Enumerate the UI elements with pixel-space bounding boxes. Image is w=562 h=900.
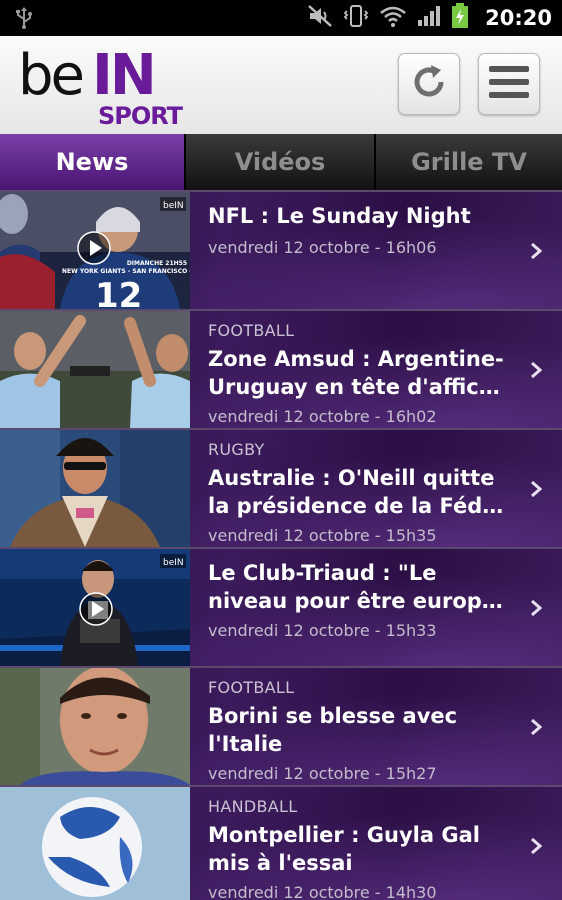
menu-icon [489, 64, 529, 104]
news-thumbnail [0, 430, 190, 547]
chevron-right-icon [530, 837, 543, 859]
battery-charging-icon [451, 3, 469, 33]
news-item[interactable]: FOOTBALL Borini se blesse avec l'Italie … [0, 666, 562, 785]
app-header: be IN SPORT [0, 36, 562, 134]
news-title: Australie : O'Neill quitte la présidence… [208, 466, 508, 518]
news-category: FOOTBALL [208, 678, 295, 697]
tab-grille-tv[interactable]: Grille TV [376, 134, 562, 190]
news-category: FOOTBALL [208, 321, 295, 340]
news-title: Zone Amsud : Argentine- Uruguay en tête … [208, 347, 508, 399]
news-date: vendredi 12 octobre - 16h06 [208, 238, 437, 257]
news-item[interactable]: 12 beIN DIMANCHE 21H55 NEW YORK GIANTS -… [0, 190, 562, 309]
wifi-icon [379, 4, 407, 32]
status-time: 20:20 [485, 6, 552, 30]
news-title: Borini se blesse avec l'Italie [208, 704, 458, 756]
svg-text:beIN: beIN [163, 201, 184, 211]
status-icons: 20:20 [307, 0, 552, 36]
bein-sport-logo: be IN SPORT [18, 43, 188, 130]
svg-text:be: be [18, 44, 83, 108]
vibrate-icon [343, 4, 369, 32]
news-category: HANDBALL [208, 797, 298, 816]
news-thumbnail [0, 787, 190, 900]
news-item[interactable]: HANDBALL Montpellier : Guyla Gal mis à l… [0, 785, 562, 900]
svg-text:beIN: beIN [163, 558, 184, 568]
chevron-right-icon [530, 599, 543, 621]
news-thumbnail [0, 311, 190, 428]
chevron-right-icon [530, 361, 543, 383]
news-item[interactable]: RUGBY Australie : O'Neill quitte la prés… [0, 428, 562, 547]
chevron-right-icon [530, 480, 543, 502]
news-thumbnail: 12 beIN DIMANCHE 21H55 NEW YORK GIANTS -… [0, 192, 190, 309]
news-title: NFL : Le Sunday Night [208, 204, 471, 228]
news-date: vendredi 12 octobre - 15h27 [208, 764, 437, 783]
news-date: vendredi 12 octobre - 15h35 [208, 526, 437, 545]
news-thumbnail [0, 668, 190, 785]
chevron-right-icon [530, 718, 543, 740]
news-category: RUGBY [208, 440, 265, 459]
chevron-right-icon [530, 242, 543, 264]
mute-icon [307, 4, 333, 32]
news-title: Le Club-Triaud : "Le niveau pour être eu… [208, 561, 508, 613]
news-date: vendredi 12 octobre - 16h02 [208, 407, 437, 426]
news-thumbnail: beIN [0, 549, 190, 666]
news-date: vendredi 12 octobre - 15h33 [208, 621, 437, 640]
news-list: 12 beIN DIMANCHE 21H55 NEW YORK GIANTS -… [0, 190, 562, 900]
tab-bar: News Vidéos Grille TV [0, 134, 562, 190]
usb-icon [14, 6, 34, 34]
news-item[interactable]: beIN Le Club-Triaud : "Le niveau pour êt… [0, 547, 562, 666]
tab-news[interactable]: News [0, 134, 186, 190]
signal-icon [417, 4, 441, 32]
refresh-icon [409, 62, 449, 106]
svg-text:12: 12 [95, 276, 142, 309]
play-icon [76, 230, 112, 266]
svg-text:IN: IN [92, 44, 154, 108]
news-date: vendredi 12 octobre - 14h30 [208, 883, 437, 900]
svg-text:SPORT: SPORT [98, 102, 184, 128]
menu-button[interactable] [478, 53, 540, 115]
status-bar: 20:20 [0, 0, 562, 36]
refresh-button[interactable] [398, 53, 460, 115]
news-item[interactable]: FOOTBALL Zone Amsud : Argentine- Uruguay… [0, 309, 562, 428]
news-title: Montpellier : Guyla Gal mis à l'essai [208, 823, 480, 875]
tab-videos[interactable]: Vidéos [186, 134, 376, 190]
play-icon [78, 591, 114, 627]
